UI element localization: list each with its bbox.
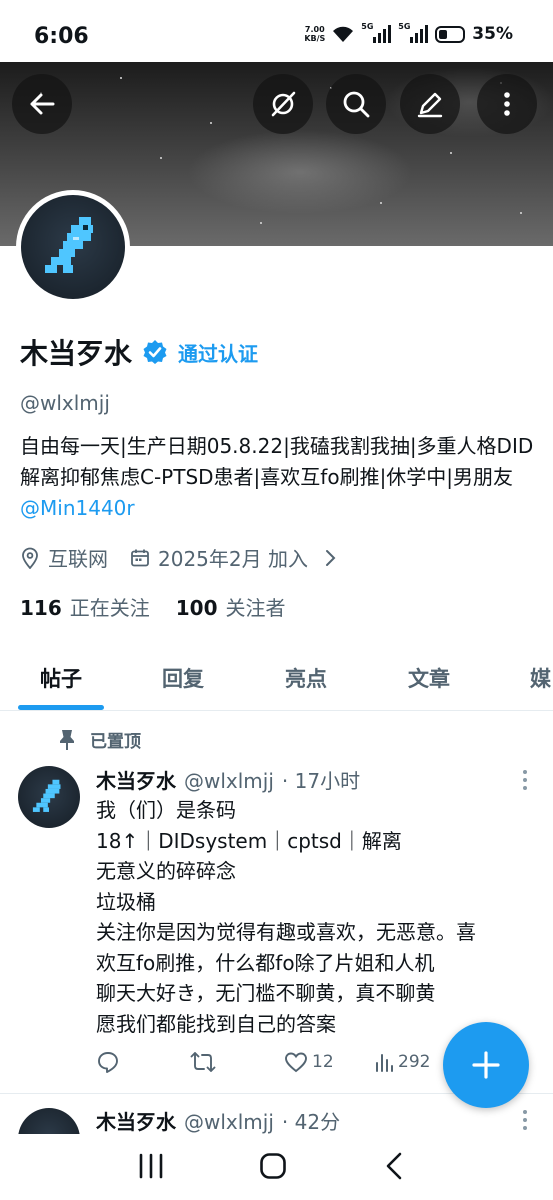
fish-icon	[45, 217, 93, 273]
profile-bio: 自由每一天|生产日期05.8.22|我磕我割我抽|多重人格DID解离抑郁焦虑C-…	[20, 431, 540, 524]
battery-icon	[435, 25, 466, 43]
home-icon[interactable]	[258, 1151, 288, 1181]
post-line: 关注你是因为觉得有趣或喜欢，无恶意。喜	[96, 920, 476, 944]
edit-button[interactable]	[400, 74, 460, 134]
post-avatar[interactable]	[18, 766, 80, 828]
post-line: 欢互fo刷推，什么都fo除了片姐和人机	[96, 950, 435, 975]
post-author-handle[interactable]: @wlxlmjj	[184, 1110, 274, 1134]
like-count: 12	[312, 1052, 334, 1072]
following-link[interactable]: 116 正在关注	[20, 592, 150, 621]
verified-badge-icon[interactable]	[142, 339, 168, 365]
plus-icon	[472, 1051, 500, 1079]
calendar-icon	[131, 549, 149, 566]
following-count: 116	[20, 596, 62, 620]
grok-button[interactable]	[253, 74, 313, 134]
clock: 6:06	[34, 24, 89, 49]
verified-label[interactable]: 通过认证	[178, 338, 258, 367]
search-icon	[343, 91, 370, 118]
repost-button[interactable]	[190, 1050, 284, 1074]
following-label: 正在关注	[69, 596, 150, 620]
reply-icon	[98, 1052, 118, 1073]
grok-icon	[271, 91, 296, 117]
network-speed: 7.00 KB/S	[304, 25, 326, 43]
views-chart-icon	[376, 1054, 393, 1072]
profile-tabs: 帖子 回复 亮点 文章 媒	[0, 645, 553, 711]
status-bar: 6:06 7.00 KB/S 5G 5G 35%	[0, 0, 553, 62]
fish-avatar-image	[21, 195, 125, 299]
fish-icon	[32, 779, 61, 812]
tab-media[interactable]: 媒	[530, 663, 551, 693]
like-button[interactable]: 12	[284, 1051, 374, 1073]
active-tab-indicator	[18, 705, 104, 710]
back-nav-icon[interactable]	[380, 1151, 410, 1181]
compose-button[interactable]	[443, 1022, 529, 1108]
heart-icon	[285, 1052, 307, 1073]
bio-mention-link[interactable]: @Min1440r	[20, 496, 135, 520]
post-time[interactable]: · 17小时	[282, 765, 360, 794]
signal-icon-2: 5G	[398, 22, 429, 43]
bio-text: 自由每一天|生产日期05.8.22|我磕我割我抽|多重人格DID解离抑郁焦虑C-…	[20, 434, 534, 489]
pencil-icon	[417, 92, 443, 118]
followers-link[interactable]: 100 关注者	[176, 592, 286, 621]
followers-label: 关注者	[225, 596, 286, 620]
profile-avatar[interactable]	[16, 190, 130, 304]
post-line: 聊天大好き，无门槛不聊黄，真不聊黄	[96, 981, 436, 1005]
post-line: 垃圾桶	[96, 889, 156, 914]
post-line: 18↑｜DIDsystem｜cptsd｜解离	[96, 828, 402, 853]
post-more-icon[interactable]	[523, 1110, 529, 1130]
joined-text: 2025年2月 加入	[158, 547, 308, 571]
tab-articles[interactable]: 文章	[408, 663, 450, 693]
system-nav-bar	[0, 1134, 553, 1200]
pinned-indicator: 已置顶	[58, 727, 141, 752]
post-header: 木当歹水 @wlxlmjj · 42分	[96, 1106, 340, 1135]
tab-highlights[interactable]: 亮点	[285, 663, 327, 693]
reply-button[interactable]	[96, 1050, 190, 1074]
search-button[interactable]	[326, 74, 386, 134]
post-avatar[interactable]	[18, 1108, 80, 1134]
status-icons: 7.00 KB/S 5G 5G 35%	[304, 22, 513, 44]
post-more-icon[interactable]	[523, 770, 529, 790]
battery-percent: 35%	[472, 24, 513, 44]
repost-icon	[190, 1052, 216, 1072]
tab-replies[interactable]: 回复	[162, 663, 204, 693]
post-line: 无意义的碎碎念	[96, 859, 236, 883]
more-vertical-icon	[504, 92, 510, 116]
wifi-icon	[333, 26, 354, 42]
followers-count: 100	[175, 596, 218, 620]
more-button[interactable]	[477, 74, 537, 134]
profile-handle: @wlxlmjj	[20, 391, 110, 415]
arrow-left-icon	[30, 93, 55, 115]
post-body[interactable]: 我（们）是条码 18↑｜DIDsystem｜cptsd｜解离 无意义的碎碎念 垃…	[96, 795, 536, 1039]
profile-meta: 互联网 2025年2月 加入	[20, 543, 338, 572]
post-line: 我（们）是条码	[96, 798, 236, 822]
chevron-right-icon[interactable]	[322, 548, 338, 568]
post-author-name[interactable]: 木当歹水	[96, 765, 176, 794]
post-author-handle[interactable]: @wlxlmjj	[184, 769, 274, 793]
views-button[interactable]: 292	[374, 1052, 430, 1072]
post-time[interactable]: · 42分	[282, 1106, 340, 1135]
display-name: 木当歹水	[20, 337, 133, 370]
fish-avatar-image	[18, 766, 80, 828]
fish-avatar-image	[18, 1108, 80, 1134]
signal-icon: 5G	[361, 22, 392, 43]
follow-stats: 116 正在关注 100 关注者	[20, 592, 286, 621]
back-button[interactable]	[12, 74, 72, 134]
profile-name-row: 木当歹水 通过认证	[20, 332, 258, 372]
post-header: 木当歹水 @wlxlmjj · 17小时	[96, 765, 360, 794]
view-count: 292	[398, 1052, 431, 1072]
post-actions: 12 292	[96, 1050, 430, 1074]
recent-apps-icon[interactable]	[136, 1151, 166, 1181]
tab-posts[interactable]: 帖子	[40, 663, 82, 693]
post-author-name[interactable]: 木当歹水	[96, 1106, 176, 1135]
pinned-label: 已置顶	[90, 732, 141, 752]
pin-icon	[60, 729, 74, 750]
location-pin-icon	[22, 547, 38, 569]
location-text: 互联网	[48, 547, 108, 571]
